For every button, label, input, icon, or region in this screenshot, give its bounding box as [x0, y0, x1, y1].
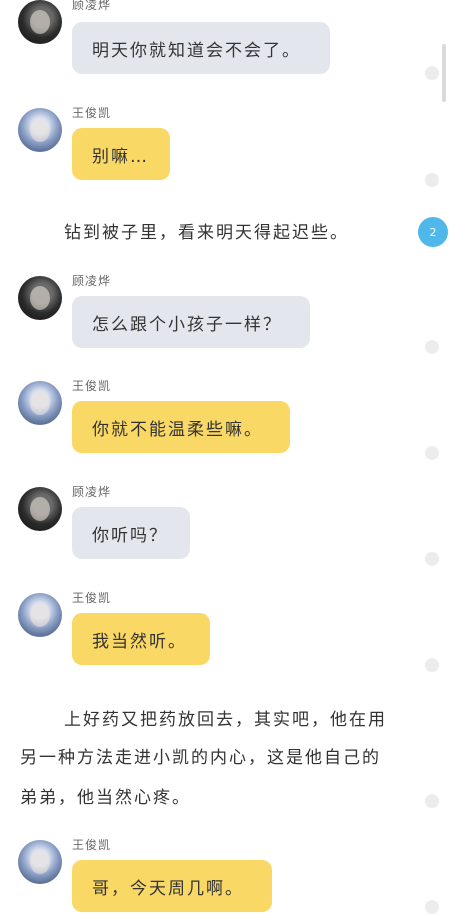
speaker-name: 王俊凯 — [72, 591, 112, 605]
narration-text: 另一种方法走进小凯的内心，这是他自己的 — [20, 748, 381, 768]
comment-dot[interactable] — [425, 658, 439, 672]
avatar — [18, 381, 62, 425]
avatar — [18, 0, 62, 44]
comment-dot[interactable] — [425, 900, 439, 914]
scrollbar[interactable] — [442, 44, 446, 102]
speaker-name: 王俊凯 — [72, 379, 112, 393]
speaker-name: 顾凌烨 — [72, 0, 112, 12]
comment-dot[interactable] — [425, 794, 439, 808]
narration-text: 上好药又把药放回去，其实吧，他在用 — [64, 710, 387, 730]
avatar — [18, 840, 62, 884]
avatar — [18, 487, 62, 531]
avatar — [18, 276, 62, 320]
message-bubble: 明天你就知道会不会了。 — [72, 22, 330, 74]
avatar — [18, 108, 62, 152]
message-bubble: 怎么跟个小孩子一样？ — [72, 296, 310, 348]
comment-dot[interactable] — [425, 340, 439, 354]
comment-dot[interactable] — [425, 552, 439, 566]
narration-text: 钻到被子里，看来明天得起迟些。 — [64, 223, 349, 243]
speaker-name: 王俊凯 — [72, 106, 112, 120]
comment-dot[interactable] — [425, 173, 439, 187]
comment-count-badge[interactable]: 2 — [418, 217, 448, 247]
message-bubble: 哥，今天周几啊。 — [72, 860, 272, 912]
message-bubble: 我当然听。 — [72, 613, 210, 665]
speaker-name: 顾凌烨 — [72, 485, 112, 499]
comment-dot[interactable] — [425, 66, 439, 80]
message-bubble: 你就不能温柔些嘛。 — [72, 401, 290, 453]
comment-dot[interactable] — [425, 446, 439, 460]
avatar — [18, 593, 62, 637]
speaker-name: 王俊凯 — [72, 838, 112, 852]
message-bubble: 别嘛… — [72, 128, 170, 180]
message-bubble: 你听吗？ — [72, 507, 190, 559]
narration-text: 弟弟，他当然心疼。 — [20, 788, 191, 808]
speaker-name: 顾凌烨 — [72, 274, 112, 288]
